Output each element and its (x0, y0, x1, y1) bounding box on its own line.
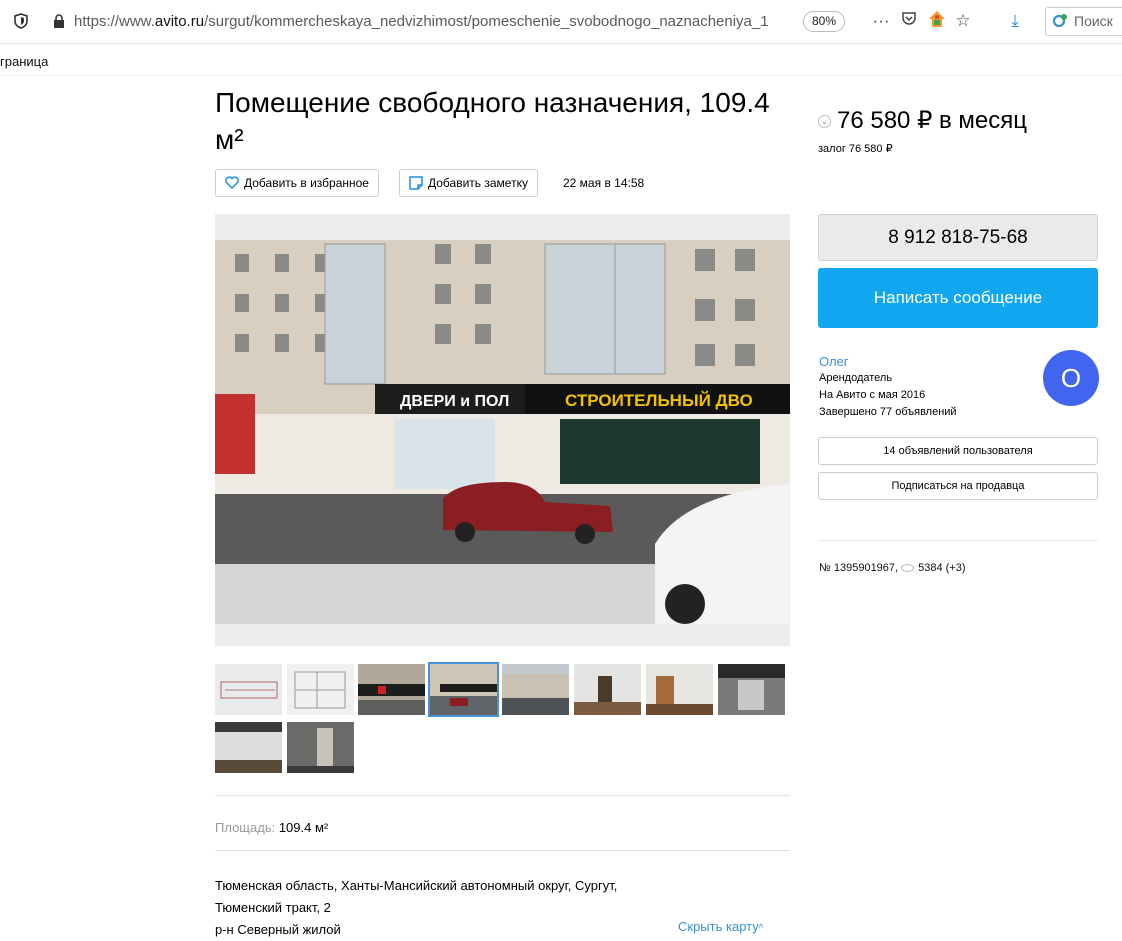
area-row: Площадь: 109.4 м² (215, 820, 329, 835)
thumbnail-4[interactable] (428, 662, 499, 717)
divider-bottom (215, 850, 790, 851)
thumbnail-1[interactable] (215, 664, 282, 715)
search-engine-icon (1052, 14, 1067, 28)
heart-icon (225, 176, 239, 189)
note-icon (409, 176, 423, 190)
zoom-indicator[interactable]: 80% (803, 11, 845, 32)
thumbnail-10[interactable] (287, 722, 354, 773)
search-input[interactable]: Поиск (1045, 7, 1122, 36)
address-line: Тюменская область, Ханты-Мансийский авто… (215, 878, 618, 893)
sign-store: СТРОИТЕЛЬНЫЙ ДВО (565, 391, 753, 410)
address-block: Тюменская область, Ханты-Мансийский авто… (215, 875, 715, 941)
thumbnail-7[interactable] (646, 664, 713, 715)
add-favorite-button[interactable]: Добавить в избранное (215, 169, 379, 197)
sidebar-divider (818, 540, 1098, 541)
page-actions-icon[interactable]: ··· (870, 10, 892, 32)
show-phone-button[interactable]: 8 912 818-75-68 (818, 214, 1098, 261)
user-listings-button[interactable]: 14 объявлений пользователя (818, 437, 1098, 465)
building-photo: ДВЕРИ и ПОЛ СТРОИТЕЛЬНЫЙ ДВО (215, 214, 790, 646)
divider-top (215, 795, 790, 796)
pocket-icon[interactable] (898, 10, 920, 32)
seller-info: Олег Арендодатель На Авито с мая 2016 За… (819, 353, 957, 421)
thumbnail-6[interactable] (574, 664, 641, 715)
address-bar[interactable]: https://www.avito.ru/surgut/kommercheska… (74, 13, 794, 30)
chevron-down-icon[interactable]: ⌄ (818, 115, 831, 129)
home-extension-icon[interactable] (926, 10, 948, 32)
district: р-н Северный жилой (215, 922, 341, 937)
area-value: 109.4 м² (278, 820, 329, 835)
view-count: 5384 (+3) (918, 562, 966, 574)
thumbnail-9[interactable] (215, 722, 282, 773)
seller-role: Арендодатель (819, 372, 893, 384)
page-title: Помещение свободного назначения, 109.4 м… (215, 87, 770, 155)
tab-title-fragment[interactable]: граница (0, 54, 48, 69)
browser-toolbar: https://www.avito.ru/surgut/kommercheska… (0, 0, 1122, 44)
seller-since: На Авито с мая 2016 (819, 389, 926, 401)
chevron-up-icon: ^ (758, 923, 764, 934)
publish-date: 22 мая в 14:58 (563, 176, 645, 190)
address-street: Тюменский тракт, 2 (215, 900, 331, 915)
seller-name-link[interactable]: Олег (819, 353, 957, 370)
tab-strip: граница (0, 44, 1122, 76)
deposit: залог 76 580 ₽ (818, 143, 893, 155)
price: ⌄ 76 580 ₽ в месяц (818, 106, 1027, 135)
bookmark-star-icon[interactable]: ☆ (952, 10, 974, 32)
main-photo[interactable]: ДВЕРИ и ПОЛ СТРОИТЕЛЬНЫЙ ДВО (215, 214, 790, 646)
hide-map-link[interactable]: Скрыть карту^ (678, 919, 763, 934)
lock-icon[interactable] (53, 14, 65, 28)
thumbnail-8[interactable] (718, 664, 785, 715)
sign-doors: ДВЕРИ и ПОЛ (400, 393, 509, 410)
avatar[interactable]: О (1043, 350, 1099, 406)
download-icon[interactable]: ⤓ (1004, 10, 1026, 32)
write-message-button[interactable]: Написать сообщение (818, 268, 1098, 328)
add-note-button[interactable]: Добавить заметку (399, 169, 538, 197)
eye-icon (901, 564, 915, 573)
thumbnail-2[interactable] (287, 664, 354, 715)
tracking-shield-icon[interactable] (14, 13, 28, 29)
subscribe-button[interactable]: Подписаться на продавца (818, 472, 1098, 500)
thumbnail-5[interactable] (502, 664, 569, 715)
seller-completed: Завершено 77 объявлений (819, 406, 957, 418)
listing-number: № 1395901967, (819, 562, 899, 574)
thumbnail-3[interactable] (358, 664, 425, 715)
listing-meta: № 1395901967, 5384 (+3) (819, 562, 966, 574)
